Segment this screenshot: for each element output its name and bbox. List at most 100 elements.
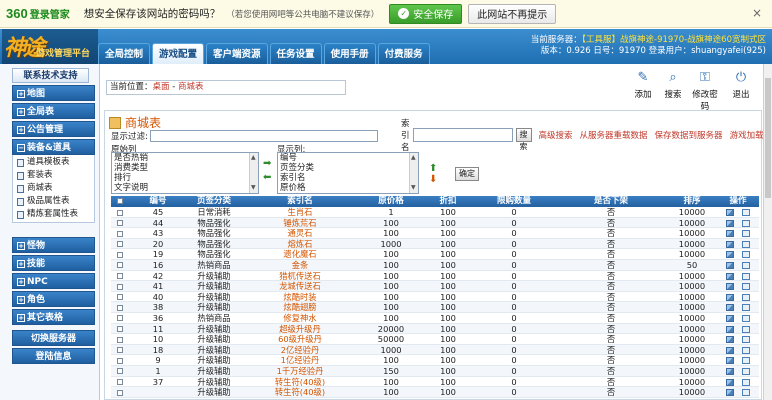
table-row[interactable]: 20 物品强化 熔炼石 1000 100 0 否 10000 bbox=[111, 238, 759, 250]
reload-from-server-link[interactable]: 从服务器重载数据 bbox=[580, 129, 648, 141]
edit-icon[interactable] bbox=[726, 240, 734, 248]
copy-icon[interactable] bbox=[742, 357, 750, 365]
copy-icon[interactable] bbox=[742, 336, 750, 344]
sidebar-item-suit[interactable]: 套装表 bbox=[13, 169, 94, 182]
copy-icon[interactable] bbox=[742, 378, 750, 386]
col-orig-price[interactable]: 原价格 bbox=[359, 196, 423, 207]
sidebar-group-role[interactable]: + 角色 bbox=[12, 291, 95, 307]
table-row[interactable]: 43 物品强化 通灵石 100 100 0 否 10000 bbox=[111, 228, 759, 239]
tab-game-config[interactable]: 游戏配置 bbox=[152, 43, 205, 64]
row-checkbox[interactable] bbox=[117, 357, 123, 364]
table-row[interactable]: 18 升级辅助 2亿经验丹 1000 100 0 否 10000 bbox=[111, 344, 759, 356]
switch-server-button[interactable]: 切换服务器 bbox=[12, 330, 95, 346]
tab-task-settings[interactable]: 任务设置 bbox=[269, 43, 322, 64]
row-checkbox[interactable] bbox=[117, 326, 123, 333]
edit-icon[interactable] bbox=[726, 304, 734, 312]
edit-icon[interactable] bbox=[726, 336, 734, 344]
list-scrollbar[interactable] bbox=[409, 153, 418, 193]
edit-icon[interactable] bbox=[726, 261, 734, 269]
edit-icon[interactable] bbox=[726, 283, 734, 291]
arrow-up-icon[interactable]: ⬆ bbox=[429, 163, 437, 174]
row-checkbox[interactable] bbox=[117, 209, 123, 216]
row-checkbox[interactable] bbox=[117, 347, 123, 354]
table-row[interactable]: 38 升级辅助 炫酷翅膀 100 100 0 否 10000 bbox=[111, 302, 759, 313]
sidebar-item-item-template[interactable]: 道具模板表 bbox=[13, 156, 94, 169]
sidebar-item-refine-attr[interactable]: 精炼套属性表 bbox=[13, 208, 94, 221]
change-password-button[interactable]: ⚿ 修改密码 bbox=[692, 70, 718, 112]
table-row[interactable]: 19 物品强化 遗化魔石 100 100 0 否 10000 bbox=[111, 249, 759, 260]
search-button[interactable]: ⌕ 搜索 bbox=[660, 70, 686, 100]
confirm-button[interactable]: 确定 bbox=[455, 167, 479, 181]
edit-icon[interactable] bbox=[726, 389, 734, 397]
copy-icon[interactable] bbox=[742, 261, 750, 269]
copy-icon[interactable] bbox=[742, 367, 750, 375]
save-to-server-link[interactable]: 保存数据到服务器 bbox=[655, 129, 723, 141]
never-prompt-button[interactable]: 此网站不再提示 bbox=[468, 3, 557, 24]
login-info-button[interactable]: 登陆信息 bbox=[12, 348, 95, 364]
copy-icon[interactable] bbox=[742, 389, 750, 397]
safe-save-button[interactable]: ✓ 安全保存 bbox=[389, 3, 463, 24]
sidebar-group-equipment[interactable]: − 装备&道具 bbox=[12, 139, 95, 155]
original-columns-list[interactable]: 是否热销 消费类型 排行 文字说明 bbox=[111, 152, 259, 194]
sidebar-group-monster[interactable]: + 怪物 bbox=[12, 237, 95, 253]
sidebar-group-npc[interactable]: + NPC bbox=[12, 273, 95, 289]
row-checkbox[interactable] bbox=[117, 230, 123, 237]
table-row[interactable]: 10 升级辅助 60级升级丹 50000 100 0 否 10000 bbox=[111, 334, 759, 345]
sidebar-group-skill[interactable]: + 技能 bbox=[12, 255, 95, 271]
scrollbar-thumb[interactable] bbox=[765, 78, 771, 198]
col-sort[interactable]: 排序 bbox=[667, 196, 717, 207]
row-checkbox[interactable] bbox=[117, 220, 123, 227]
edit-icon[interactable] bbox=[726, 378, 734, 386]
sidebar-group-global[interactable]: + 全局表 bbox=[12, 103, 95, 119]
sidebar-item-rare-attr[interactable]: 极品属性表 bbox=[13, 195, 94, 208]
col-category[interactable]: 页签分类 bbox=[187, 196, 241, 207]
row-checkbox[interactable] bbox=[117, 304, 123, 311]
advanced-search-link[interactable]: 高级搜索 bbox=[539, 129, 573, 141]
col-offshelf[interactable]: 是否下架 bbox=[555, 196, 667, 207]
table-row[interactable]: 36 热销商品 修复神水 100 100 0 否 10000 bbox=[111, 313, 759, 324]
table-row[interactable]: 45 日常消耗 生肖石 1 100 0 否 10000 bbox=[111, 207, 759, 218]
copy-icon[interactable] bbox=[742, 314, 750, 322]
search-submit-button[interactable]: 搜索 bbox=[515, 128, 532, 151]
sidebar-group-other[interactable]: + 其它表格 bbox=[12, 309, 95, 325]
breadcrumb-home[interactable]: 桌面 bbox=[153, 82, 170, 92]
row-checkbox[interactable] bbox=[117, 294, 123, 301]
select-all-checkbox[interactable] bbox=[117, 197, 123, 204]
arrow-left-icon[interactable]: ⬅ bbox=[263, 172, 271, 183]
copy-icon[interactable] bbox=[742, 293, 750, 301]
table-row[interactable]: 升级辅助 转生符(40级) 100 100 0 否 10000 bbox=[111, 387, 759, 398]
edit-icon[interactable] bbox=[726, 357, 734, 365]
copy-icon[interactable] bbox=[742, 251, 750, 259]
copy-icon[interactable] bbox=[742, 304, 750, 312]
edit-icon[interactable] bbox=[726, 230, 734, 238]
edit-icon[interactable] bbox=[726, 293, 734, 301]
table-row[interactable]: 11 升级辅助 超级升级丹 20000 100 0 否 10000 bbox=[111, 323, 759, 335]
row-checkbox[interactable] bbox=[117, 368, 123, 375]
close-icon[interactable]: × bbox=[752, 6, 762, 20]
row-checkbox[interactable] bbox=[117, 273, 123, 280]
sidebar-group-map[interactable]: + 地图 bbox=[12, 85, 95, 101]
table-row[interactable]: 16 热销商品 金条 100 100 0 否 50 bbox=[111, 259, 759, 271]
shown-columns-list[interactable]: 编号 页签分类 索引名 原价格 bbox=[277, 152, 419, 194]
copy-icon[interactable] bbox=[742, 219, 750, 227]
page-scrollbar[interactable] bbox=[763, 64, 772, 400]
exit-button[interactable]: ⏻ 退出 bbox=[728, 70, 754, 100]
tab-global-control[interactable]: 全局控制 bbox=[98, 43, 151, 64]
copy-icon[interactable] bbox=[742, 272, 750, 280]
copy-icon[interactable] bbox=[742, 240, 750, 248]
table-row[interactable]: 40 升级辅助 炫酷时装 100 100 0 否 10000 bbox=[111, 292, 759, 303]
col-id[interactable]: 编号 bbox=[129, 196, 187, 207]
edit-icon[interactable] bbox=[726, 346, 734, 354]
table-row[interactable]: 1 升级辅助 1千万经验丹 150 100 0 否 10000 bbox=[111, 365, 759, 377]
tab-paid-service[interactable]: 付费服务 bbox=[377, 43, 430, 64]
list-scrollbar[interactable] bbox=[249, 153, 258, 193]
copy-icon[interactable] bbox=[742, 209, 750, 216]
col-discount[interactable]: 折扣 bbox=[423, 196, 473, 207]
edit-icon[interactable] bbox=[726, 219, 734, 227]
arrow-down-icon[interactable]: ⬇ bbox=[429, 174, 437, 185]
table-row[interactable]: 41 升级辅助 龙城传送石 100 100 0 否 10000 bbox=[111, 281, 759, 292]
row-checkbox[interactable] bbox=[117, 389, 123, 396]
table-row[interactable]: 37 升级辅助 转生符(40级) 100 100 0 否 10000 bbox=[111, 377, 759, 388]
copy-icon[interactable] bbox=[742, 346, 750, 354]
row-checkbox[interactable] bbox=[117, 379, 123, 385]
